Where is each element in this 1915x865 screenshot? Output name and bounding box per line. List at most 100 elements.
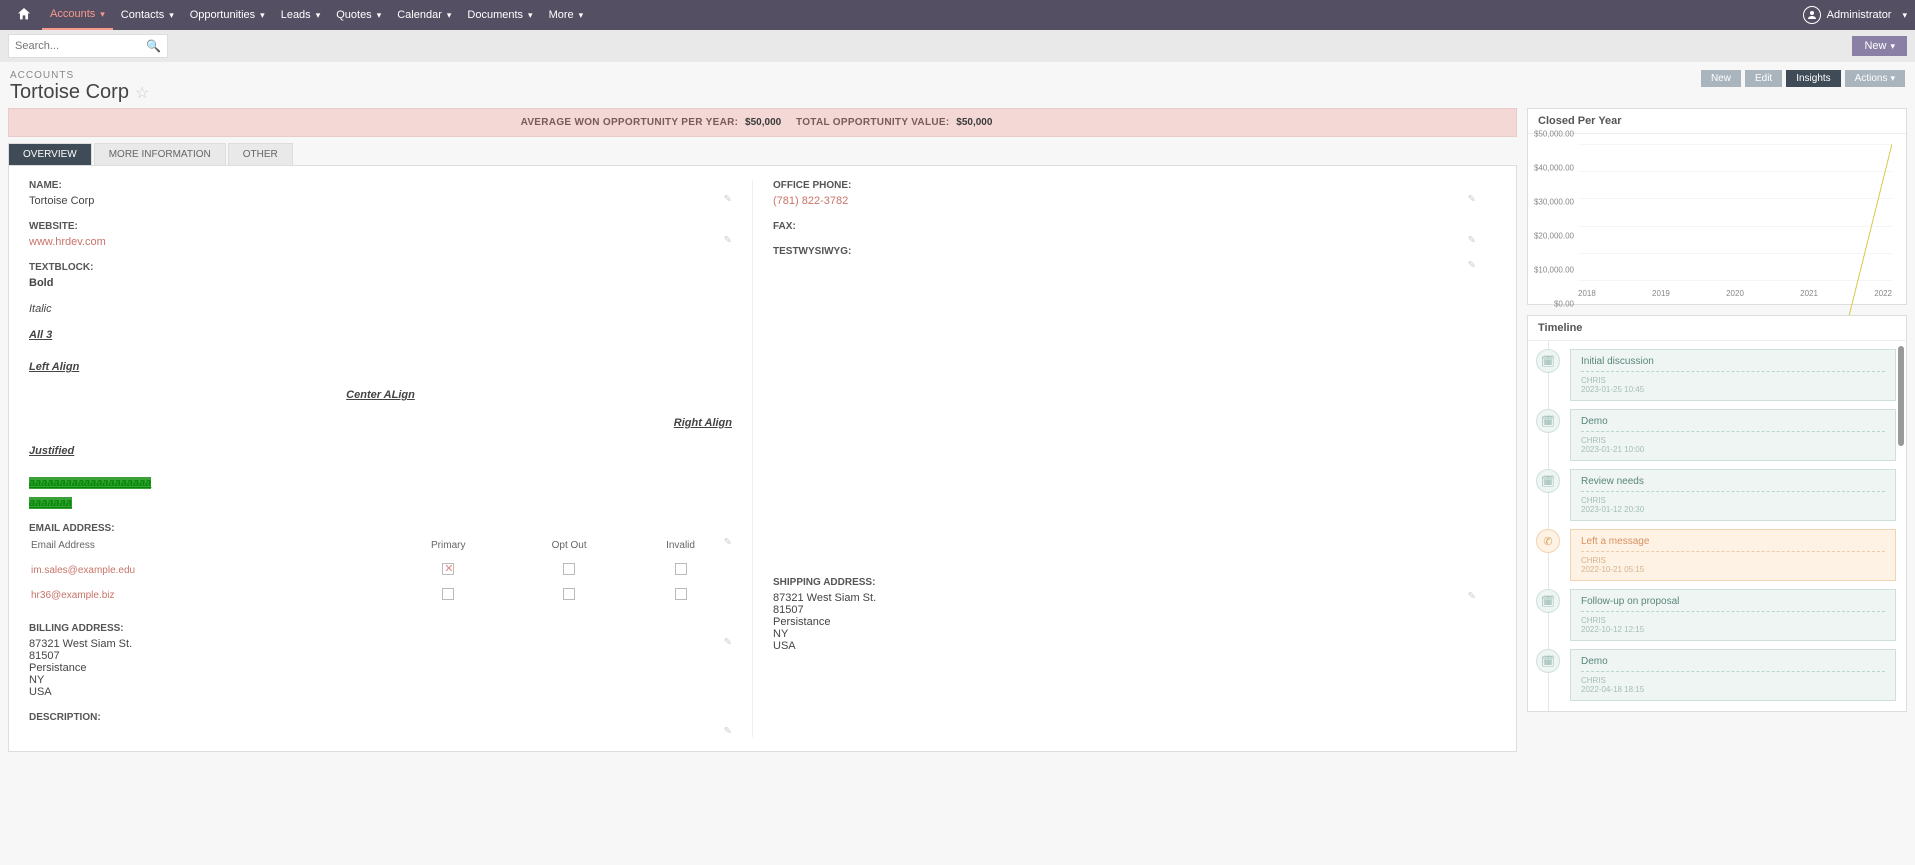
timeline-item-user: CHRIS — [1581, 616, 1885, 625]
timeline-card: Initial discussion CHRIS 2023-01-25 10:4… — [1570, 349, 1896, 401]
timeline-item-title: Demo — [1581, 656, 1885, 667]
caret-down-icon: ▾ — [377, 10, 382, 21]
chart-x-tick: 2021 — [1800, 289, 1818, 298]
new-record-button[interactable]: New ▾ — [1852, 36, 1907, 56]
website-label: WEBSITE: — [29, 221, 732, 232]
chart-widget: Closed Per Year 20182019202020212022 $0.… — [1527, 108, 1907, 305]
nav-item-accounts[interactable]: Accounts▾ — [42, 0, 113, 30]
nav-label: Contacts — [121, 9, 164, 21]
primary-checkbox[interactable] — [442, 588, 454, 600]
shipping-line: NY — [773, 628, 1476, 640]
caret-down-icon: ▾ — [528, 10, 533, 21]
favorite-star-icon[interactable]: ☆ — [135, 83, 149, 103]
scrollbar[interactable] — [1898, 346, 1904, 446]
search-input[interactable] — [15, 40, 146, 52]
website-link[interactable]: www.hrdev.com — [29, 236, 106, 248]
invalid-checkbox[interactable] — [675, 563, 687, 575]
user-menu[interactable]: Administrator ▾ — [1803, 6, 1907, 24]
edit-button[interactable]: Edit — [1745, 70, 1782, 87]
header-action-buttons: New Edit Insights Actions ▾ — [1701, 70, 1905, 87]
shipping-line: USA — [773, 640, 1476, 652]
textblock-highlight-2: aaaaaaa — [29, 497, 72, 509]
office-phone-link[interactable]: (781) 822-3782 — [773, 195, 848, 207]
caret-down-icon: ▾ — [447, 10, 452, 21]
nav-item-leads[interactable]: Leads▾ — [273, 0, 329, 30]
textblock-italic: Italic — [29, 303, 732, 315]
caret-down-icon: ▾ — [1890, 41, 1895, 52]
timeline-body[interactable]: 🗓 Initial discussion CHRIS 2023-01-25 10… — [1528, 341, 1906, 711]
detail-panel: NAME: Tortoise Corp ✎ WEBSITE: www.hrdev… — [8, 166, 1517, 752]
timeline-item-user: CHRIS — [1581, 676, 1885, 685]
email-row: im.sales@example.edu — [31, 559, 730, 582]
shipping-label: SHIPPING ADDRESS: — [773, 577, 1476, 588]
edit-pencil-icon[interactable]: ✎ — [724, 235, 732, 246]
billing-line: 81507 — [29, 650, 732, 662]
edit-pencil-icon[interactable]: ✎ — [724, 537, 732, 548]
page-title-text: Tortoise Corp — [10, 81, 129, 104]
timeline-item[interactable]: 🗓 Review needs CHRIS 2023-01-12 20:30 — [1536, 469, 1896, 521]
kpi-avg-label: AVERAGE WON OPPORTUNITY PER YEAR: — [521, 117, 739, 128]
tab-other[interactable]: OTHER — [228, 143, 293, 165]
tab-overview[interactable]: OVERVIEW — [8, 143, 92, 165]
chart-x-tick: 2022 — [1874, 289, 1892, 298]
optout-checkbox[interactable] — [563, 563, 575, 575]
nav-label: More — [549, 9, 574, 21]
timeline-item[interactable]: 🗓 Demo CHRIS 2022-04-18 18:15 — [1536, 649, 1896, 701]
timeline-title: Timeline — [1528, 316, 1906, 341]
tab-more-information[interactable]: MORE INFORMATION — [94, 143, 226, 165]
edit-pencil-icon[interactable]: ✎ — [1468, 235, 1476, 246]
edit-pencil-icon[interactable]: ✎ — [724, 194, 732, 205]
edit-pencil-icon[interactable]: ✎ — [1468, 194, 1476, 205]
nav-item-documents[interactable]: Documents ▾ — [459, 0, 540, 30]
caret-down-icon: ▾ — [169, 10, 174, 21]
email-col-header: Opt Out — [509, 540, 629, 557]
calendar-icon: 🗓 — [1536, 469, 1560, 493]
timeline-item[interactable]: 🗓 Initial discussion CHRIS 2023-01-25 10… — [1536, 349, 1896, 401]
nav-item-quotes[interactable]: Quotes▾ — [328, 0, 389, 30]
search-box[interactable]: 🔍 — [8, 34, 168, 58]
timeline-item[interactable]: ✆ Left a message CHRIS 2022-10-21 05:15 — [1536, 529, 1896, 581]
email-col-header: Email Address — [31, 540, 387, 557]
textblock-label: TEXTBLOCK: — [29, 262, 732, 273]
home-icon[interactable] — [16, 6, 34, 24]
new-button-label: New — [1864, 40, 1886, 52]
textblock-right-align: Right Align — [29, 417, 732, 429]
email-col-header: Primary — [389, 540, 507, 557]
email-link[interactable]: im.sales@example.edu — [31, 565, 135, 576]
billing-label: BILLING ADDRESS: — [29, 623, 732, 634]
nav-item-more[interactable]: More▾ — [541, 0, 592, 30]
new-button[interactable]: New — [1701, 70, 1741, 87]
edit-pencil-icon[interactable]: ✎ — [1468, 591, 1476, 602]
timeline-item[interactable]: 🗓 Follow-up on proposal CHRIS 2022-10-12… — [1536, 589, 1896, 641]
timeline-card: Demo CHRIS 2022-04-18 18:15 — [1570, 649, 1896, 701]
edit-pencil-icon[interactable]: ✎ — [724, 726, 732, 737]
invalid-checkbox[interactable] — [675, 588, 687, 600]
timeline-card: Left a message CHRIS 2022-10-21 05:15 — [1570, 529, 1896, 581]
nav-item-calendar[interactable]: Calendar▾ — [389, 0, 459, 30]
insights-button[interactable]: Insights — [1786, 70, 1840, 87]
edit-pencil-icon[interactable]: ✎ — [1468, 260, 1476, 271]
edit-pencil-icon[interactable]: ✎ — [724, 637, 732, 648]
timeline-card: Demo CHRIS 2023-01-21 10:00 — [1570, 409, 1896, 461]
kpi-avg-value: $50,000 — [745, 117, 781, 128]
primary-checkbox[interactable] — [442, 563, 454, 575]
nav-label: Documents — [467, 9, 523, 21]
chart-y-tick: $10,000.00 — [1528, 266, 1574, 275]
calendar-icon: 🗓 — [1536, 409, 1560, 433]
nav-item-opportunities[interactable]: Opportunities▾ — [182, 0, 273, 30]
chart-y-tick: $50,000.00 — [1528, 130, 1574, 139]
chart-y-tick: $40,000.00 — [1528, 164, 1574, 173]
billing-line: NY — [29, 674, 732, 686]
kpi-total-label: TOTAL OPPORTUNITY VALUE: — [796, 117, 950, 128]
nav-item-contacts[interactable]: Contacts ▾ — [113, 0, 182, 30]
actions-button[interactable]: Actions ▾ — [1845, 70, 1905, 87]
optout-checkbox[interactable] — [563, 588, 575, 600]
fax-label: FAX: — [773, 221, 1476, 232]
email-link[interactable]: hr36@example.biz — [31, 590, 115, 601]
textblock-highlight-1: aaaaaaaaaaaaaaaaaaaa — [29, 477, 151, 489]
textblock-bold: Bold — [29, 277, 732, 289]
phone-icon: ✆ — [1536, 529, 1560, 553]
timeline-item[interactable]: 🗓 Demo CHRIS 2023-01-21 10:00 — [1536, 409, 1896, 461]
chart-y-tick: $30,000.00 — [1528, 198, 1574, 207]
search-icon[interactable]: 🔍 — [146, 39, 161, 53]
